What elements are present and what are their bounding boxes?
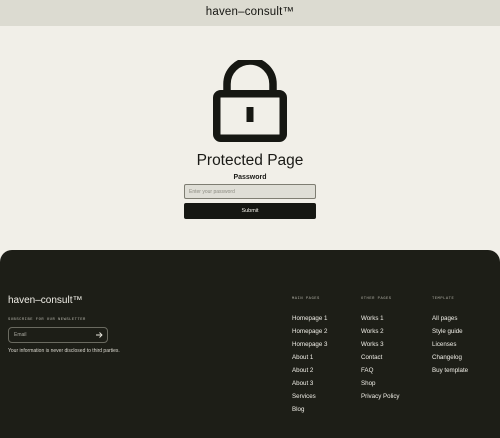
- footer-column-template: TEMPLATE All pages Style guide Licenses …: [432, 297, 468, 377]
- footer-link-about-3[interactable]: About 3: [292, 377, 327, 390]
- footer-link-buy-template[interactable]: Buy template: [432, 364, 468, 377]
- newsletter-form: [8, 327, 108, 343]
- footer-logo[interactable]: haven–consult™: [8, 295, 83, 306]
- password-input[interactable]: [184, 184, 316, 199]
- column-heading: OTHER PAGES: [361, 297, 392, 301]
- footer-link-homepage-2[interactable]: Homepage 2: [292, 325, 327, 338]
- footer: haven–consult™ SUBSCRIBE FOR OUR NEWSLET…: [0, 250, 500, 438]
- footer-link-about-1[interactable]: About 1: [292, 351, 327, 364]
- footer-link-works-2[interactable]: Works 2: [361, 325, 400, 338]
- footer-link-shop[interactable]: Shop: [361, 377, 400, 390]
- footer-link-homepage-3[interactable]: Homepage 3: [292, 338, 327, 351]
- email-input[interactable]: [14, 328, 92, 342]
- footer-link-contact[interactable]: Contact: [361, 351, 400, 364]
- footer-link-faq[interactable]: FAQ: [361, 364, 400, 377]
- footer-link-all-pages[interactable]: All pages: [432, 312, 468, 325]
- password-label: Password: [233, 174, 267, 181]
- newsletter-label: SUBSCRIBE FOR OUR NEWSLETTER: [8, 318, 86, 322]
- footer-link-about-2[interactable]: About 2: [292, 364, 327, 377]
- top-bar: haven–consult™: [0, 0, 500, 26]
- privacy-note: Your information is never disclosed to t…: [8, 348, 120, 354]
- site-logo[interactable]: haven–consult™: [0, 6, 500, 18]
- footer-column-main-pages: MAIN PAGES Homepage 1 Homepage 2 Homepag…: [292, 297, 327, 416]
- footer-link-homepage-1[interactable]: Homepage 1: [292, 312, 327, 325]
- footer-link-style-guide[interactable]: Style guide: [432, 325, 468, 338]
- arrow-right-icon[interactable]: [95, 331, 103, 339]
- footer-link-changelog[interactable]: Changelog: [432, 351, 468, 364]
- footer-column-other-pages: OTHER PAGES Works 1 Works 2 Works 3 Cont…: [361, 297, 400, 403]
- lock-icon: [213, 60, 287, 142]
- footer-link-licenses[interactable]: Licenses: [432, 338, 468, 351]
- column-heading: MAIN PAGES: [292, 297, 320, 301]
- footer-link-services[interactable]: Services: [292, 390, 327, 403]
- footer-link-works-3[interactable]: Works 3: [361, 338, 400, 351]
- footer-link-works-1[interactable]: Works 1: [361, 312, 400, 325]
- footer-link-blog[interactable]: Blog: [292, 403, 327, 416]
- column-heading: TEMPLATE: [432, 297, 455, 301]
- page-title: Protected Page: [196, 152, 304, 169]
- footer-link-privacy-policy[interactable]: Privacy Policy: [361, 390, 400, 403]
- submit-button[interactable]: Submit: [184, 203, 316, 219]
